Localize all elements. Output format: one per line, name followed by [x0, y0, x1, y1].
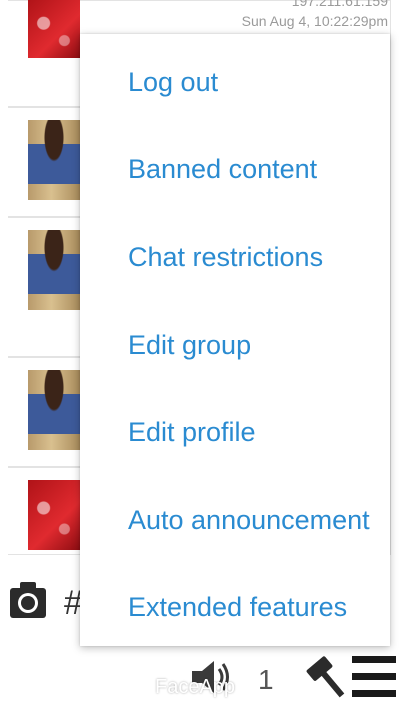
- menu-line: [352, 673, 396, 680]
- thumbnail-image: [28, 480, 80, 550]
- menu-item-extended-features[interactable]: Extended features: [128, 591, 347, 623]
- timestamp: Sun Aug 4, 10:22:29pm: [241, 13, 388, 29]
- camera-icon[interactable]: [8, 578, 48, 622]
- menu-item-banned-content[interactable]: Banned content: [128, 153, 317, 185]
- menu-line: [352, 656, 396, 663]
- overflow-menu: Log out Banned content Chat restrictions…: [80, 34, 390, 646]
- menu-icon[interactable]: [352, 656, 396, 708]
- gavel-icon[interactable]: [300, 654, 348, 704]
- menu-item-log-out[interactable]: Log out: [128, 66, 218, 98]
- menu-line: [352, 690, 396, 697]
- thumbnail-image: [28, 120, 80, 200]
- menu-item-edit-group[interactable]: Edit group: [128, 329, 251, 361]
- thumbnail-image: [28, 370, 80, 450]
- watermark: FaceApp: [155, 676, 236, 698]
- menu-item-chat-restrictions[interactable]: Chat restrictions: [128, 241, 323, 273]
- ip-address: 197.211.61.159: [291, 0, 388, 9]
- menu-item-edit-profile[interactable]: Edit profile: [128, 416, 256, 448]
- menu-item-auto-announcement[interactable]: Auto announcement: [128, 504, 370, 536]
- message-meta: 197.211.61.159 Sun Aug 4, 10:22:29pm: [242, 0, 388, 36]
- thumbnail-image: [28, 0, 80, 58]
- thumbnail-image: [28, 230, 80, 310]
- count-label: 1: [258, 664, 274, 695]
